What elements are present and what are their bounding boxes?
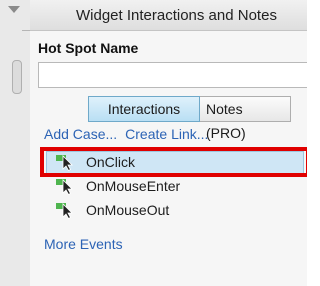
event-cursor-icon	[56, 177, 76, 195]
event-cursor-icon	[56, 201, 76, 219]
scrollbar-thumb[interactable]	[12, 60, 22, 94]
event-onmouseout[interactable]: OnMouseOut	[56, 199, 169, 221]
widget-interactions-panel: Widget Interactions and Notes Hot Spot N…	[30, 0, 307, 286]
interactions-panel-screenshot: Widget Interactions and Notes Hot Spot N…	[0, 0, 307, 286]
more-events-link[interactable]: More Events	[44, 236, 123, 252]
panel-title: Widget Interactions and Notes	[76, 7, 277, 24]
add-case-link[interactable]: Add Case...	[44, 126, 117, 142]
tab-interactions[interactable]: Interactions	[88, 96, 200, 122]
event-onmouseenter[interactable]: OnMouseEnter	[56, 175, 180, 197]
hotspot-name-label: Hot Spot Name	[38, 40, 139, 56]
event-label: OnMouseOut	[86, 202, 170, 218]
rail-divider	[22, 30, 30, 31]
annotation-highlight-box	[40, 147, 307, 177]
hotspot-name-input[interactable]	[38, 62, 307, 88]
collapse-triangle-icon[interactable]	[8, 6, 20, 13]
create-link-link[interactable]: Create Link...	[125, 126, 208, 142]
event-label: OnMouseEnter	[86, 178, 181, 194]
left-rail	[0, 0, 31, 286]
panel-header: Widget Interactions and Notes	[30, 0, 307, 31]
tab-notes-pro[interactable]: Notes (PRO)	[200, 96, 291, 141]
tab-bar: Interactions Notes (PRO)	[88, 96, 291, 141]
case-actions: Add Case... Create Link...	[44, 126, 216, 142]
